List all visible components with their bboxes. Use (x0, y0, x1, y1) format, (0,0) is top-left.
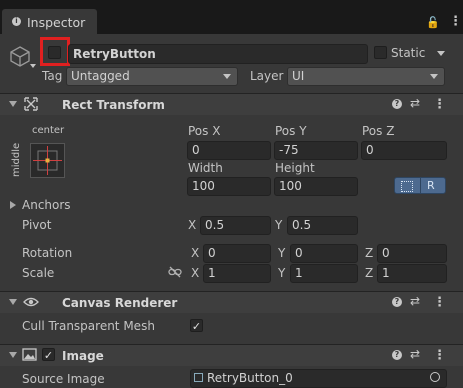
rotation-z-label: Z (365, 246, 374, 260)
image-title: Image (62, 349, 104, 363)
pivot-x-field[interactable]: 0.5 (200, 216, 271, 235)
checkmark-icon: ✓ (43, 349, 54, 362)
icon-dropdown-icon[interactable] (30, 64, 36, 68)
pos-z-field[interactable]: 0 (361, 141, 447, 160)
source-image-value: RetryButton_0 (207, 371, 293, 385)
tag-value: Untagged (71, 69, 130, 83)
scale-y-label: Y (278, 266, 286, 280)
rotation-z-field[interactable]: 0 (377, 244, 447, 263)
scale-z-label: Z (365, 266, 374, 280)
static-label: Static (391, 46, 426, 60)
help-icon[interactable]: ? (392, 99, 402, 109)
image-enabled-checkbox[interactable]: ✓ (42, 348, 55, 362)
object-name-input[interactable]: RetryButton (68, 44, 368, 64)
eye-icon (23, 295, 39, 309)
chevron-down-icon (223, 74, 231, 79)
cull-transparent-mesh-checkbox[interactable]: ✓ (190, 319, 203, 333)
presets-icon[interactable]: ⇄ (410, 347, 420, 361)
tab-menu-icon[interactable]: ⋮ (449, 15, 462, 28)
presets-icon[interactable]: ⇄ (410, 294, 420, 308)
tab-title: Inspector (27, 15, 86, 30)
layer-label: Layer (250, 69, 284, 83)
raw-edit-button[interactable]: R (427, 178, 435, 193)
rotation-y-field[interactable]: 0 (290, 244, 358, 263)
static-checkbox[interactable] (374, 46, 387, 59)
scale-x-label: X (191, 266, 200, 280)
tag-dropdown[interactable]: Untagged (66, 67, 238, 86)
anchors-fold-icon[interactable] (10, 201, 16, 209)
constrain-link-icon[interactable] (168, 266, 182, 278)
scale-z-field[interactable]: 1 (377, 264, 447, 283)
anchor-v-label: middle (11, 142, 22, 177)
anchor-h-label: center (32, 125, 65, 136)
anchors-label[interactable]: Anchors (22, 198, 71, 212)
rotation-x-field[interactable]: 0 (203, 244, 271, 263)
sprite-icon (194, 373, 203, 382)
blueprint-mode-icon[interactable] (401, 181, 413, 192)
info-icon: i (12, 17, 21, 26)
source-image-field[interactable]: RetryButton_0 (190, 369, 447, 388)
height-label: Height (275, 161, 315, 175)
scale-x-field[interactable]: 1 (203, 264, 271, 283)
component-menu-icon[interactable]: ⋮ (433, 349, 446, 362)
layer-value: UI (292, 69, 305, 83)
pos-z-label: Pos Z (362, 124, 395, 138)
rotation-label: Rotation (22, 246, 73, 260)
static-dropdown-icon[interactable] (437, 51, 445, 56)
pivot-label: Pivot (22, 218, 52, 232)
pos-y-field[interactable]: -75 (274, 141, 358, 160)
fold-arrow-icon[interactable] (9, 352, 17, 358)
rotation-y-label: Y (278, 246, 286, 260)
scale-label: Scale (22, 266, 55, 280)
pos-y-label: Pos Y (275, 124, 307, 138)
chevron-down-icon (430, 74, 438, 79)
height-field[interactable]: 100 (274, 177, 358, 196)
source-image-label: Source Image (22, 372, 105, 386)
gameobject-cube-icon[interactable] (8, 44, 32, 68)
object-picker-icon[interactable] (430, 372, 440, 382)
pivot-x-label: X (188, 218, 197, 232)
help-icon[interactable]: ? (392, 350, 402, 360)
help-icon[interactable]: ? (392, 297, 402, 307)
width-field[interactable]: 100 (187, 177, 271, 196)
rect-transform-icon (24, 97, 38, 111)
active-checkbox[interactable] (48, 46, 61, 59)
tag-label: Tag (42, 69, 63, 83)
scale-y-field[interactable]: 1 (290, 264, 358, 283)
rotation-x-label: X (191, 246, 200, 260)
presets-icon[interactable]: ⇄ (410, 96, 420, 110)
component-menu-icon[interactable]: ⋮ (433, 296, 446, 309)
image-component-icon (22, 348, 37, 361)
lock-icon[interactable]: 🔓 (426, 16, 440, 29)
pivot-y-label: Y (275, 218, 283, 232)
canvas-renderer-title: Canvas Renderer (62, 296, 178, 310)
pos-x-field[interactable]: 0 (187, 141, 271, 160)
blueprint-raw-toggle[interactable]: R (394, 177, 446, 194)
pos-x-label: Pos X (188, 124, 221, 138)
fold-arrow-icon[interactable] (9, 101, 17, 107)
pivot-y-field[interactable]: 0.5 (287, 216, 358, 235)
anchor-presets-button[interactable] (30, 143, 65, 178)
cull-transparent-mesh-label: Cull Transparent Mesh (22, 319, 155, 333)
checkmark-icon: ✓ (191, 320, 202, 333)
component-menu-icon[interactable]: ⋮ (433, 98, 446, 111)
rect-transform-title: Rect Transform (62, 98, 165, 112)
toggle-divider (420, 178, 421, 193)
layer-dropdown[interactable]: UI (287, 67, 445, 86)
width-label: Width (188, 161, 223, 175)
fold-arrow-icon[interactable] (9, 299, 17, 305)
